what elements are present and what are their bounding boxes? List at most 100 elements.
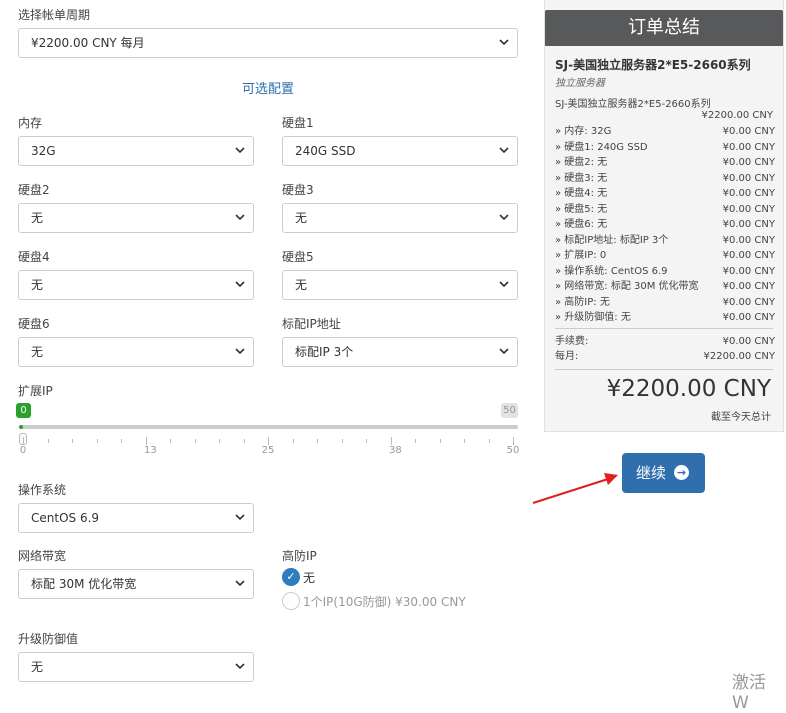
summary-item: » 硬盘5: 无 ¥0.00 CNY	[555, 202, 775, 217]
ddos-ip-option-label: 无	[303, 570, 316, 585]
disk5-label: 硬盘5	[282, 250, 314, 264]
disk2-value: 无	[31, 211, 44, 225]
summary-item-price: ¥0.00 CNY	[722, 281, 775, 292]
continue-label: 继续	[636, 464, 667, 482]
slider-tick	[341, 439, 343, 443]
disk6-select[interactable]: 无	[18, 337, 254, 367]
chevron-down-icon	[499, 271, 509, 288]
slider-tick	[464, 439, 465, 443]
fee-label: 手续费:	[555, 336, 589, 347]
ip-select[interactable]: 标配IP 3个	[282, 337, 518, 367]
slider-tick-label: 25	[261, 445, 275, 456]
disk1-value: 240G SSD	[295, 144, 356, 158]
fee-row: 手续费: ¥0.00 CNY	[555, 334, 775, 349]
continue-button[interactable]: 继续 →	[622, 453, 705, 493]
disk5-select[interactable]: 无	[282, 270, 518, 300]
summary-base-price: ¥2200.00 CNY	[701, 110, 773, 121]
chevron-down-icon	[235, 137, 245, 154]
slider-tick	[390, 437, 392, 445]
divider	[555, 369, 773, 370]
summary-item-label: » 硬盘4: 无	[555, 188, 608, 199]
summary-item: » 操作系统: CentOS 6.9 ¥0.00 CNY	[555, 264, 775, 279]
summary-item-price: ¥0.00 CNY	[722, 219, 775, 230]
slider-tick-label: 13	[144, 445, 157, 456]
fee-value: ¥0.00 CNY	[722, 336, 775, 347]
summary-item: » 硬盘2: 无 ¥0.00 CNY	[555, 155, 775, 170]
summary-item-price: ¥0.00 CNY	[722, 312, 775, 323]
slider-tick	[268, 437, 269, 445]
arrow-right-circle-icon: →	[674, 465, 689, 480]
bandwidth-select[interactable]: 标配 30M 优化带宽	[18, 569, 254, 599]
memory-value: 32G	[31, 144, 56, 158]
summary-item-label: » 扩展IP: 0	[555, 250, 607, 261]
summary-item-price: ¥0.00 CNY	[722, 141, 775, 153]
billing-cycle-select[interactable]: ¥2200.00 CNY 每月	[18, 28, 518, 58]
ddos-ip-option[interactable]: ✓ 无	[282, 568, 315, 586]
summary-item-price: ¥0.00 CNY	[722, 188, 775, 199]
bandwidth-label: 网络带宽	[18, 549, 67, 563]
summary-item-label: » 内存: 32G	[555, 126, 612, 137]
disk2-label: 硬盘2	[18, 183, 50, 197]
disk2-select[interactable]: 无	[18, 203, 254, 233]
summary-item-price: ¥0.00 CNY	[722, 234, 775, 246]
summary-item-label: » 硬盘3: 无	[555, 172, 608, 184]
summary-item-price: ¥0.00 CNY	[722, 126, 775, 137]
slider-tick	[415, 439, 416, 443]
memory-select[interactable]: 32G	[18, 136, 254, 166]
red-arrow-annotation	[532, 473, 618, 504]
ddos-ip-option[interactable]: 1个IP(10G防御) ¥30.00 CNY	[282, 592, 466, 610]
ip-value: 标配IP 3个	[295, 345, 354, 359]
slider-tick	[292, 439, 294, 443]
slider-tick	[317, 439, 318, 443]
disk4-label: 硬盘4	[18, 250, 50, 264]
defense-select[interactable]: 无	[18, 652, 254, 682]
slider-tick	[243, 439, 245, 443]
chevron-down-icon	[235, 271, 245, 288]
slider-value-badge: 0	[16, 403, 31, 418]
radio-checked-icon[interactable]: ✓	[282, 568, 300, 586]
disk3-value: 无	[295, 211, 308, 225]
slider-tick	[219, 439, 220, 443]
os-select[interactable]: CentOS 6.9	[18, 503, 254, 533]
memory-label: 内存	[18, 116, 43, 130]
disk6-label: 硬盘6	[18, 317, 50, 331]
summary-item-label: » 硬盘2: 无	[555, 157, 608, 168]
summary-item: » 标配IP地址: 标配IP 3个 ¥0.00 CNY	[555, 233, 775, 248]
slider-track[interactable]	[19, 425, 518, 429]
disk4-select[interactable]: 无	[18, 270, 254, 300]
summary-item: » 硬盘1: 240G SSD ¥0.00 CNY	[555, 140, 775, 155]
chevron-down-icon	[235, 653, 245, 670]
defense-value: 无	[31, 660, 44, 674]
monthly-value: ¥2200.00 CNY	[703, 351, 775, 362]
activate-windows-text: 激活 W	[732, 673, 766, 713]
disk5-value: 无	[295, 278, 308, 292]
summary-total: ¥2200.00 CNY	[606, 376, 771, 402]
slider-tick	[366, 439, 367, 443]
summary-title: 订单总结	[545, 10, 783, 46]
slider-tick	[23, 437, 24, 445]
chevron-down-icon	[499, 204, 509, 221]
slider-tick-label: 38	[389, 445, 402, 456]
divider	[555, 328, 773, 329]
monthly-label: 每月:	[555, 351, 579, 362]
radio-unchecked-icon[interactable]	[282, 592, 300, 610]
ext-ip-label: 扩展IP	[18, 384, 53, 398]
disk4-value: 无	[31, 278, 44, 292]
summary-item-price: ¥0.00 CNY	[722, 296, 775, 308]
slider-tick	[170, 439, 171, 443]
summary-item: » 扩展IP: 0 ¥0.00 CNY	[555, 248, 775, 263]
disk1-label: 硬盘1	[282, 116, 314, 130]
summary-item-label: » 硬盘1: 240G SSD	[555, 141, 648, 153]
order-summary-panel: 订单总结 SJ-美国独立服务器2*E5-2660系列 独立服务器 SJ-美国独立…	[544, 0, 784, 432]
slider-tick	[439, 439, 441, 443]
disk1-select[interactable]: 240G SSD	[282, 136, 518, 166]
disk3-select[interactable]: 无	[282, 203, 518, 233]
summary-item: » 内存: 32G ¥0.00 CNY	[555, 124, 775, 139]
ddos-ip-label: 高防IP	[282, 549, 317, 563]
summary-item-label: » 操作系统: CentOS 6.9	[555, 265, 668, 277]
summary-item: » 网络带宽: 标配 30M 优化带宽 ¥0.00 CNY	[555, 279, 775, 294]
billing-label: 选择帐单周期	[18, 8, 91, 22]
slider-tick	[513, 437, 514, 445]
os-value: CentOS 6.9	[31, 511, 100, 525]
chevron-down-icon	[235, 570, 245, 587]
